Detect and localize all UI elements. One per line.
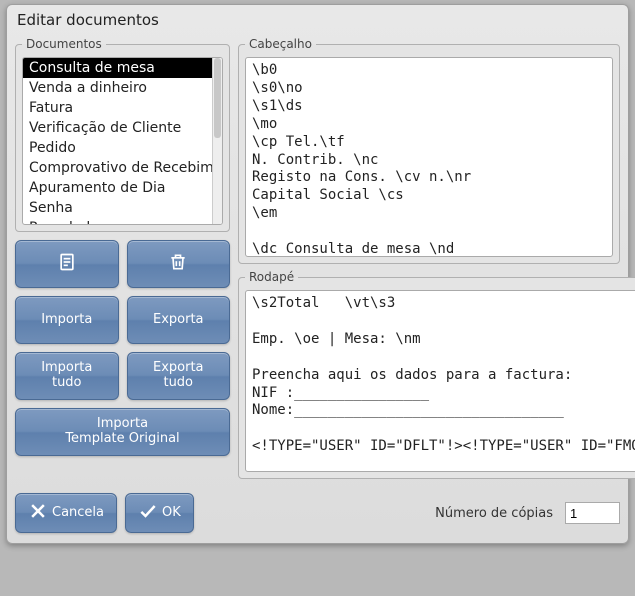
list-item[interactable]: Reembolso <box>23 218 212 225</box>
scrollbar-thumb[interactable] <box>214 58 221 138</box>
close-icon <box>28 501 48 526</box>
cancel-button[interactable]: Cancela <box>15 493 117 533</box>
header-panel-label: Cabeçalho <box>245 37 316 51</box>
list-item[interactable]: Verificação de Cliente <box>23 118 212 138</box>
copies-label: Número de cópias <box>435 506 553 521</box>
delete-document-button[interactable] <box>127 240 231 288</box>
dialog-edit-documents: Editar documentos Documentos Consulta de… <box>6 4 629 544</box>
import-all-button[interactable]: Importa tudo <box>15 352 119 400</box>
button-grid: Importa Exporta Importa tudo Exporta tud… <box>15 240 230 456</box>
list-item[interactable]: Fatura <box>23 98 212 118</box>
list-item[interactable]: Consulta de mesa <box>23 58 212 78</box>
scrollbar[interactable] <box>212 58 222 224</box>
new-document-button[interactable] <box>15 240 119 288</box>
list-item[interactable]: Senha <box>23 198 212 218</box>
documents-panel-label: Documentos <box>22 37 106 51</box>
export-button-label: Exporta <box>153 313 204 328</box>
check-icon <box>138 501 158 526</box>
import-button-label: Importa <box>41 313 92 328</box>
export-all-button[interactable]: Exporta tudo <box>127 352 231 400</box>
copies-input[interactable] <box>565 502 620 524</box>
import-original-template-button[interactable]: Importa Template Original <box>15 408 230 456</box>
footer-textarea[interactable]: \s2Total \vt\s3 Emp. \oe | Mesa: \nm Pre… <box>245 290 635 472</box>
export-all-button-label: Exporta tudo <box>153 361 204 391</box>
list-item[interactable]: Apuramento de Dia <box>23 178 212 198</box>
import-original-template-label: Importa Template Original <box>65 417 179 447</box>
header-panel: Cabeçalho \b0 \s0\no \s1\ds \mo \cp Tel.… <box>238 37 620 264</box>
list-item[interactable]: Pedido <box>23 138 212 158</box>
documents-panel: Documentos Consulta de mesaVenda a dinhe… <box>15 37 230 232</box>
content-area: Documentos Consulta de mesaVenda a dinhe… <box>7 37 628 485</box>
list-item[interactable]: Comprovativo de Recebim <box>23 158 212 178</box>
right-column: Cabeçalho \b0 \s0\no \s1\ds \mo \cp Tel.… <box>238 37 620 485</box>
bottom-row: Cancela OK Número de cópias <box>7 485 628 533</box>
document-icon <box>57 252 77 277</box>
trash-icon <box>168 252 188 277</box>
import-all-button-label: Importa tudo <box>41 361 92 391</box>
import-button[interactable]: Importa <box>15 296 119 344</box>
footer-panel-label: Rodapé <box>245 270 298 284</box>
footer-panel: Rodapé \s2Total \vt\s3 Emp. \oe | Mesa: … <box>238 270 635 479</box>
header-textarea[interactable]: \b0 \s0\no \s1\ds \mo \cp Tel.\tf N. Con… <box>245 57 613 257</box>
documents-listbox[interactable]: Consulta de mesaVenda a dinheiroFaturaVe… <box>22 57 223 225</box>
list-item[interactable]: Venda a dinheiro <box>23 78 212 98</box>
cancel-button-label: Cancela <box>52 506 104 521</box>
left-column: Documentos Consulta de mesaVenda a dinhe… <box>15 37 230 485</box>
window-title: Editar documentos <box>7 5 628 37</box>
ok-button-label: OK <box>162 506 181 521</box>
ok-button[interactable]: OK <box>125 493 194 533</box>
export-button[interactable]: Exporta <box>127 296 231 344</box>
